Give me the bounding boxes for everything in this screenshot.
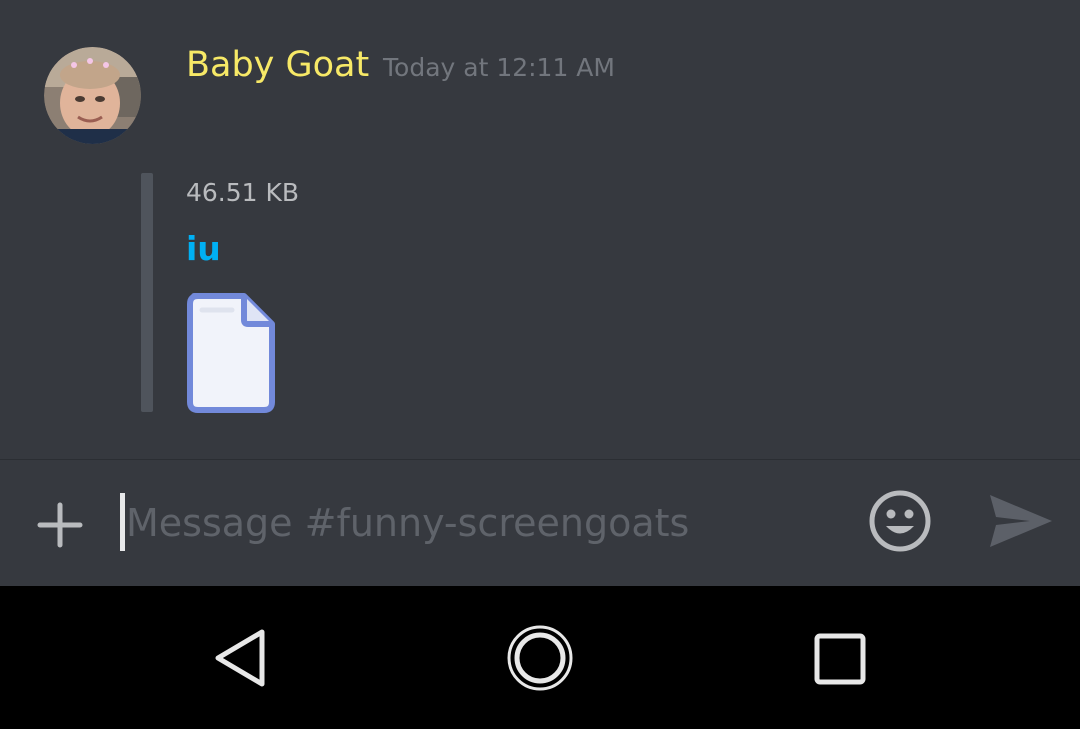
avatar-photo [44,47,141,144]
plus-icon[interactable] [32,497,88,553]
message-input[interactable] [126,490,846,556]
avatar[interactable] [44,47,141,144]
text-cursor [120,493,125,551]
message-list: Baby Goat Today at 12:11 AM 46.51 KB iu [0,0,1080,459]
attachment-file-size: 46.51 KB [186,178,300,207]
attachment-accent-bar [141,173,153,412]
send-arrow-icon[interactable] [986,491,1054,551]
android-navigation-bar [0,586,1080,729]
file-icon[interactable] [186,292,276,414]
message-composer [0,460,1080,586]
circle-home-icon[interactable] [505,623,575,693]
smiley-face-icon[interactable] [868,489,932,553]
author-name[interactable]: Baby Goat [186,43,369,87]
message-timestamp: Today at 12:11 AM [383,53,615,82]
discord-chat-screen: Baby Goat Today at 12:11 AM 46.51 KB iu [0,0,1080,729]
attachment-file-name-link[interactable]: iu [186,228,221,270]
square-recents-icon[interactable] [812,631,868,687]
triangle-back-icon[interactable] [210,626,272,690]
